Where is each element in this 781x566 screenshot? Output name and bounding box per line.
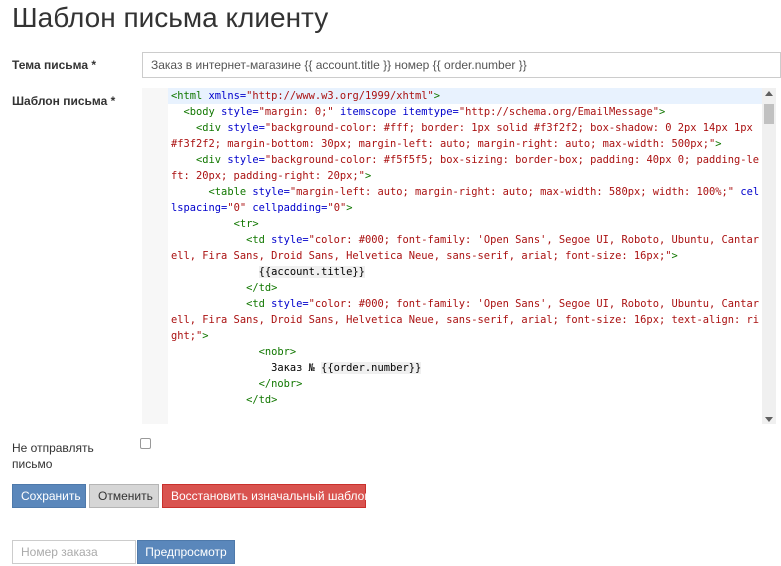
code-token: style= [271, 298, 309, 310]
code-line[interactable]: 5 <table style="margin-left: auto; margi… [168, 184, 762, 216]
order-number-input[interactable]: Номер заказа [12, 540, 136, 564]
code-line[interactable]: 11 <nobr> [168, 344, 762, 360]
code-token: > [715, 138, 722, 150]
code-line[interactable]: 8 {{account.title}} [168, 264, 762, 280]
nosend-label: Не отправлять письмо [12, 441, 94, 471]
code-token: <div [196, 122, 228, 134]
code-token: style= [227, 122, 265, 134]
subject-label: Тема письма * [12, 58, 97, 72]
code-token: "margin-left: auto; margin-right: auto; … [289, 186, 735, 198]
cancel-button[interactable]: Отменить [89, 484, 159, 508]
preview-button[interactable]: Предпросмотр [137, 540, 235, 564]
template-code-editor[interactable]: 1<html xmlns="http://www.w3.org/1999/xht… [142, 88, 776, 424]
code-line[interactable]: 7 <td style="color: #000; font-family: '… [168, 232, 762, 264]
editor-scrollbar[interactable] [762, 88, 776, 424]
code-token: "margin: 0;" [258, 106, 334, 118]
code-token: cellpadding= [252, 202, 328, 214]
code-token: style= [221, 106, 259, 118]
code-token: "http://www.w3.org/1999/xhtml" [246, 90, 434, 102]
page-title: Шаблон письма клиенту [12, 2, 329, 33]
code-token: {{account.title}} [258, 266, 365, 278]
scroll-thumb[interactable] [764, 104, 774, 124]
code-token: <html [171, 90, 209, 102]
code-token: </nobr> [258, 378, 303, 390]
code-token: Заказ № [171, 362, 322, 374]
code-token: <tr> [233, 218, 259, 230]
subject-input[interactable]: Заказ в интернет-магазине {{ account.tit… [142, 52, 781, 78]
code-token: <nobr> [258, 346, 297, 358]
code-line[interactable]: 2 <body style="margin: 0;" itemscope ite… [168, 104, 762, 120]
nosend-checkbox[interactable] [140, 438, 151, 449]
code-token: > [659, 106, 666, 118]
code-token: <table [208, 186, 253, 198]
line-number-gutter [142, 88, 168, 424]
save-button[interactable]: Сохранить [12, 484, 86, 508]
code-token: "0" [227, 202, 247, 214]
template-label: Шаблон письма * [12, 94, 116, 108]
code-line[interactable]: 13 </nobr> [168, 376, 762, 392]
code-token: <td [246, 234, 272, 246]
code-token: > [346, 202, 353, 214]
code-token: > [202, 330, 209, 342]
code-token: </td> [246, 282, 278, 294]
code-token: > [364, 170, 372, 182]
code-line[interactable]: 14 </td> [168, 392, 762, 408]
code-area[interactable]: 1<html xmlns="http://www.w3.org/1999/xht… [168, 88, 762, 424]
code-token: </td> [246, 394, 278, 406]
scroll-up-icon[interactable] [765, 91, 773, 96]
code-token: <body [183, 106, 222, 118]
code-line[interactable]: 12 Заказ № {{order.number}} [168, 360, 762, 376]
code-line[interactable]: 9 </td> [168, 280, 762, 296]
code-line[interactable]: 1<html xmlns="http://www.w3.org/1999/xht… [168, 88, 762, 104]
code-token: "0" [327, 202, 347, 214]
code-token: <div [196, 154, 228, 166]
code-line[interactable]: 4 <div style="background-color: #f5f5f5;… [168, 152, 762, 184]
restore-template-button[interactable]: Восстановить изначальный шаблон [162, 484, 371, 508]
code-token: > [671, 250, 678, 262]
code-token: style= [252, 186, 290, 198]
code-token: style= [271, 234, 309, 246]
code-token: > [433, 90, 441, 102]
code-line[interactable]: 6 <tr> [168, 216, 762, 232]
code-token: <td [246, 298, 272, 310]
code-token: style= [227, 154, 265, 166]
code-token: "http://schema.org/EmailMessage" [458, 106, 659, 118]
code-token: xmlns= [208, 90, 247, 102]
code-line[interactable]: 3 <div style="background-color: #fff; bo… [168, 120, 762, 152]
code-line[interactable]: 10 <td style="color: #000; font-family: … [168, 296, 762, 344]
scroll-down-icon[interactable] [765, 417, 773, 422]
code-token: itemscope itemtype= [339, 106, 459, 118]
code-token: {{order.number}} [321, 362, 422, 374]
